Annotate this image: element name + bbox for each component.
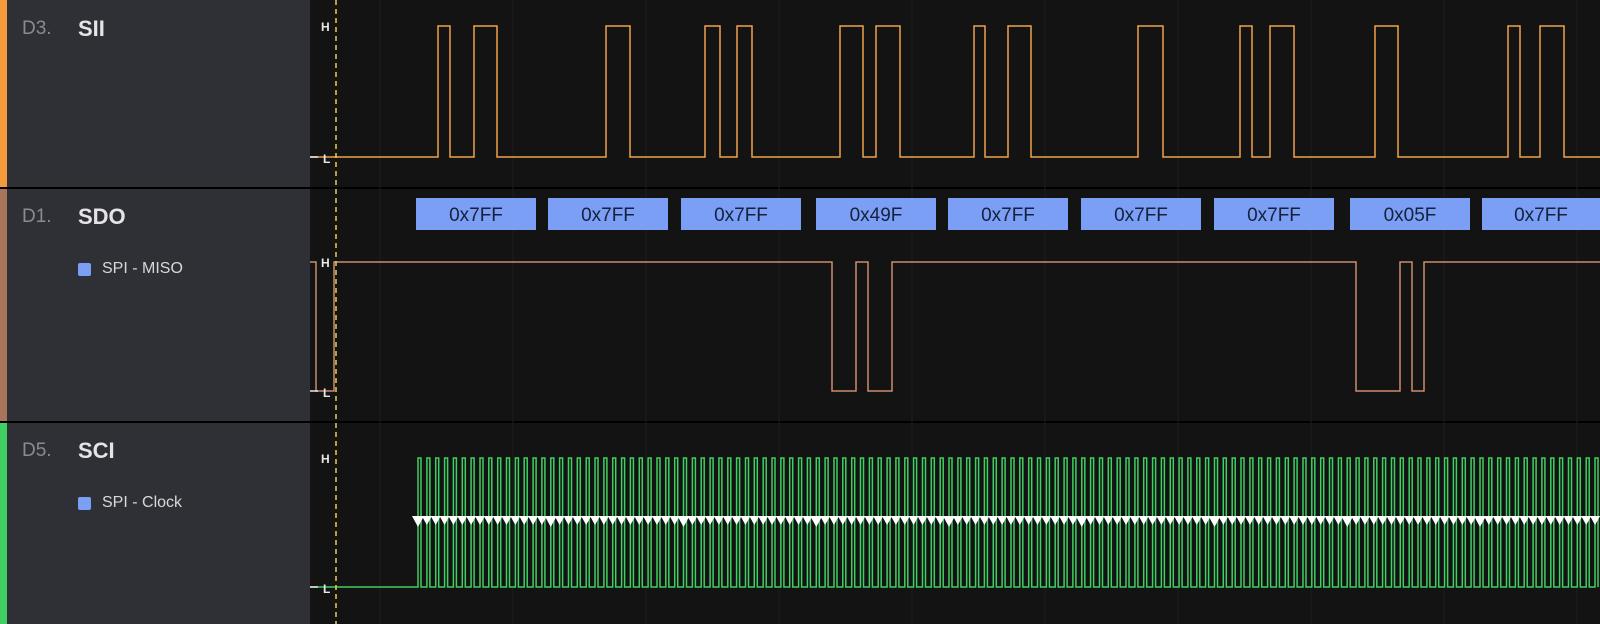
sample-marker-icon	[1341, 516, 1354, 527]
sample-marker-icon	[544, 516, 557, 527]
decoded-frame-value: 0x05F	[1384, 205, 1437, 226]
sii-waveform	[310, 25, 1600, 158]
level-low-label: L	[323, 386, 330, 400]
decoded-frame-value: 0x7FF	[1114, 205, 1168, 226]
decoded-frame-value: 0x49F	[850, 205, 903, 226]
sample-marker-icon	[1474, 516, 1486, 527]
decoded-frame-value: 0x7FF	[981, 205, 1035, 226]
level-high-label: H	[321, 20, 330, 34]
level-low-label: L	[323, 152, 330, 166]
decoded-frame-value: 0x7FF	[1514, 205, 1568, 226]
decoded-frame-value: 0x7FF	[581, 205, 635, 226]
sample-marker-icon	[1208, 516, 1221, 527]
level-low-label: L	[323, 582, 330, 596]
level-high-label: H	[321, 452, 330, 466]
decoded-frame-value: 0x7FF	[449, 205, 503, 226]
sample-marker-icon	[810, 516, 823, 527]
waveform-area[interactable]: 0x7FF 0x7FF 0x7FF 0x49F 0x7FF 0x7FF 0x7FF 0x05F…	[0, 0, 1600, 624]
sample-marker-icon	[943, 516, 955, 527]
sample-marker-icon	[1075, 516, 1088, 527]
decoded-frame-value: 0x7FF	[1247, 205, 1301, 226]
sample-marker-icon	[412, 516, 424, 527]
sample-marker-icon	[677, 516, 690, 527]
level-high-label: H	[321, 256, 330, 270]
sdo-waveform	[310, 261, 1600, 392]
sci-clock-waveform	[310, 457, 1599, 588]
decoded-frame-value: 0x7FF	[714, 205, 768, 226]
